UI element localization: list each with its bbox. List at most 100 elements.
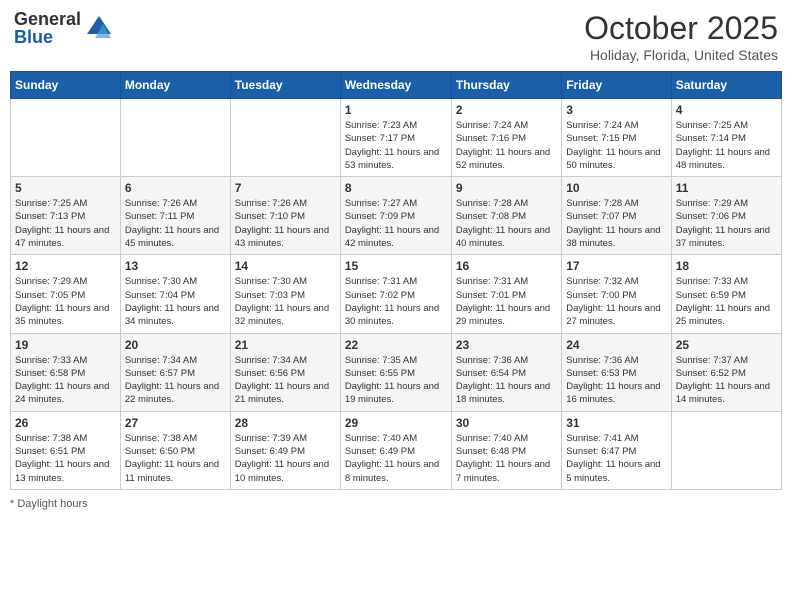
day-number: 6 bbox=[125, 181, 226, 195]
weekday-header-cell: Wednesday bbox=[340, 72, 451, 99]
day-number: 13 bbox=[125, 259, 226, 273]
day-info: Sunrise: 7:36 AMSunset: 6:54 PMDaylight:… bbox=[456, 354, 557, 407]
day-number: 29 bbox=[345, 416, 447, 430]
day-info: Sunrise: 7:25 AMSunset: 7:13 PMDaylight:… bbox=[15, 197, 116, 250]
weekday-header-cell: Tuesday bbox=[230, 72, 340, 99]
calendar-day-cell: 3 Sunrise: 7:24 AMSunset: 7:15 PMDaylight… bbox=[562, 99, 671, 177]
calendar-week-row: 19Sunrise: 7:33 AMSunset: 6:58 PMDayligh… bbox=[11, 333, 782, 411]
day-info: Sunrise: 7:38 AMSunset: 6:51 PMDaylight:… bbox=[15, 432, 116, 485]
day-number: 8 bbox=[345, 181, 447, 195]
day-info: Sunrise: 7:36 AMSunset: 6:53 PMDaylight:… bbox=[566, 354, 666, 407]
day-info: Sunrise: 7:37 AMSunset: 6:52 PMDaylight:… bbox=[676, 354, 777, 407]
calendar-day-cell: 7 Sunrise: 7:26 AMSunset: 7:10 PMDaylight… bbox=[230, 177, 340, 255]
day-number: 14 bbox=[235, 259, 336, 273]
calendar-day-cell: 13 Sunrise: 7:30 AMSunset: 7:04 PMDayligh… bbox=[120, 255, 230, 333]
logo-icon bbox=[85, 14, 113, 42]
calendar-day-cell: 15Sunrise: 7:31 AMSunset: 7:02 PMDayligh… bbox=[340, 255, 451, 333]
day-info: Sunrise: 7:33 AMSunset: 6:59 PMDaylight:… bbox=[676, 275, 777, 328]
day-info: Sunrise: 7:23 AMSunset: 7:17 PMDaylight:… bbox=[345, 119, 447, 172]
calendar-week-row: 26 Sunrise: 7:38 AMSunset: 6:51 PMDayligh… bbox=[11, 411, 782, 489]
calendar-day-cell: 14 Sunrise: 7:30 AMSunset: 7:03 PMDayligh… bbox=[230, 255, 340, 333]
calendar-day-cell bbox=[120, 99, 230, 177]
day-number: 11 bbox=[676, 181, 777, 195]
day-number: 27 bbox=[125, 416, 226, 430]
day-number: 4 bbox=[676, 103, 777, 117]
daylight-label: Daylight hours bbox=[17, 498, 87, 510]
day-info: Sunrise: 7:30 AMSunset: 7:04 PMDaylight:… bbox=[125, 275, 226, 328]
calendar-day-cell: 29 Sunrise: 7:40 AMSunset: 6:49 PMDayligh… bbox=[340, 411, 451, 489]
calendar-day-cell: 31 Sunrise: 7:41 AMSunset: 6:47 PMDayligh… bbox=[562, 411, 671, 489]
day-number: 3 bbox=[566, 103, 666, 117]
calendar-day-cell: 12Sunrise: 7:29 AMSunset: 7:05 PMDayligh… bbox=[11, 255, 121, 333]
day-number: 24 bbox=[566, 338, 666, 352]
footer-note: * Daylight hours bbox=[10, 498, 782, 510]
day-info: Sunrise: 7:26 AMSunset: 7:10 PMDaylight:… bbox=[235, 197, 336, 250]
day-info: Sunrise: 7:40 AMSunset: 6:49 PMDaylight:… bbox=[345, 432, 447, 485]
weekday-header-cell: Sunday bbox=[11, 72, 121, 99]
day-number: 5 bbox=[15, 181, 116, 195]
day-info: Sunrise: 7:32 AMSunset: 7:00 PMDaylight:… bbox=[566, 275, 666, 328]
day-number: 21 bbox=[235, 338, 336, 352]
day-number: 12 bbox=[15, 259, 116, 273]
day-number: 19 bbox=[15, 338, 116, 352]
day-number: 26 bbox=[15, 416, 116, 430]
calendar-table: SundayMondayTuesdayWednesdayThursdayFrid… bbox=[10, 71, 782, 490]
calendar-day-cell: 30 Sunrise: 7:40 AMSunset: 6:48 PMDayligh… bbox=[451, 411, 561, 489]
calendar-day-cell: 5 Sunrise: 7:25 AMSunset: 7:13 PMDaylight… bbox=[11, 177, 121, 255]
calendar-day-cell bbox=[671, 411, 781, 489]
calendar-day-cell: 25Sunrise: 7:37 AMSunset: 6:52 PMDayligh… bbox=[671, 333, 781, 411]
day-info: Sunrise: 7:34 AMSunset: 6:56 PMDaylight:… bbox=[235, 354, 336, 407]
day-info: Sunrise: 7:31 AMSunset: 7:01 PMDaylight:… bbox=[456, 275, 557, 328]
day-number: 7 bbox=[235, 181, 336, 195]
day-number: 16 bbox=[456, 259, 557, 273]
day-info: Sunrise: 7:26 AMSunset: 7:11 PMDaylight:… bbox=[125, 197, 226, 250]
calendar-day-cell: 19Sunrise: 7:33 AMSunset: 6:58 PMDayligh… bbox=[11, 333, 121, 411]
weekday-header-cell: Friday bbox=[562, 72, 671, 99]
day-number: 22 bbox=[345, 338, 447, 352]
calendar-day-cell: 10 Sunrise: 7:28 AMSunset: 7:07 PMDayligh… bbox=[562, 177, 671, 255]
calendar-day-cell: 18 Sunrise: 7:33 AMSunset: 6:59 PMDayligh… bbox=[671, 255, 781, 333]
day-number: 9 bbox=[456, 181, 557, 195]
day-number: 10 bbox=[566, 181, 666, 195]
day-info: Sunrise: 7:28 AMSunset: 7:07 PMDaylight:… bbox=[566, 197, 666, 250]
day-info: Sunrise: 7:24 AMSunset: 7:15 PMDaylight:… bbox=[566, 119, 666, 172]
calendar-day-cell: 26 Sunrise: 7:38 AMSunset: 6:51 PMDayligh… bbox=[11, 411, 121, 489]
day-number: 28 bbox=[235, 416, 336, 430]
calendar-day-cell: 22 Sunrise: 7:35 AMSunset: 6:55 PMDayligh… bbox=[340, 333, 451, 411]
logo-general: General bbox=[14, 10, 81, 28]
day-number: 23 bbox=[456, 338, 557, 352]
day-info: Sunrise: 7:30 AMSunset: 7:03 PMDaylight:… bbox=[235, 275, 336, 328]
logo-text: General Blue bbox=[14, 10, 81, 46]
day-number: 15 bbox=[345, 259, 447, 273]
calendar-day-cell: 6 Sunrise: 7:26 AMSunset: 7:11 PMDaylight… bbox=[120, 177, 230, 255]
logo: General Blue bbox=[14, 10, 113, 46]
day-info: Sunrise: 7:34 AMSunset: 6:57 PMDaylight:… bbox=[125, 354, 226, 407]
day-number: 30 bbox=[456, 416, 557, 430]
day-info: Sunrise: 7:35 AMSunset: 6:55 PMDaylight:… bbox=[345, 354, 447, 407]
calendar-day-cell: 21 Sunrise: 7:34 AMSunset: 6:56 PMDayligh… bbox=[230, 333, 340, 411]
title-block: October 2025 Holiday, Florida, United St… bbox=[584, 10, 778, 63]
weekday-header-cell: Monday bbox=[120, 72, 230, 99]
day-number: 2 bbox=[456, 103, 557, 117]
day-info: Sunrise: 7:39 AMSunset: 6:49 PMDaylight:… bbox=[235, 432, 336, 485]
calendar-day-cell: 11 Sunrise: 7:29 AMSunset: 7:06 PMDayligh… bbox=[671, 177, 781, 255]
day-number: 31 bbox=[566, 416, 666, 430]
calendar-day-cell: 1 Sunrise: 7:23 AMSunset: 7:17 PMDaylight… bbox=[340, 99, 451, 177]
day-info: Sunrise: 7:29 AMSunset: 7:06 PMDaylight:… bbox=[676, 197, 777, 250]
calendar-day-cell bbox=[11, 99, 121, 177]
calendar-day-cell bbox=[230, 99, 340, 177]
calendar-day-cell: 27 Sunrise: 7:38 AMSunset: 6:50 PMDayligh… bbox=[120, 411, 230, 489]
calendar-day-cell: 17Sunrise: 7:32 AMSunset: 7:00 PMDayligh… bbox=[562, 255, 671, 333]
calendar-day-cell: 28 Sunrise: 7:39 AMSunset: 6:49 PMDayligh… bbox=[230, 411, 340, 489]
calendar-day-cell: 8Sunrise: 7:27 AMSunset: 7:09 PMDaylight… bbox=[340, 177, 451, 255]
day-number: 1 bbox=[345, 103, 447, 117]
day-info: Sunrise: 7:25 AMSunset: 7:14 PMDaylight:… bbox=[676, 119, 777, 172]
day-info: Sunrise: 7:40 AMSunset: 6:48 PMDaylight:… bbox=[456, 432, 557, 485]
calendar-day-cell: 20Sunrise: 7:34 AMSunset: 6:57 PMDayligh… bbox=[120, 333, 230, 411]
calendar-week-row: 1 Sunrise: 7:23 AMSunset: 7:17 PMDaylight… bbox=[11, 99, 782, 177]
weekday-header-cell: Saturday bbox=[671, 72, 781, 99]
weekday-header-row: SundayMondayTuesdayWednesdayThursdayFrid… bbox=[11, 72, 782, 99]
day-number: 18 bbox=[676, 259, 777, 273]
day-info: Sunrise: 7:38 AMSunset: 6:50 PMDaylight:… bbox=[125, 432, 226, 485]
day-info: Sunrise: 7:41 AMSunset: 6:47 PMDaylight:… bbox=[566, 432, 666, 485]
